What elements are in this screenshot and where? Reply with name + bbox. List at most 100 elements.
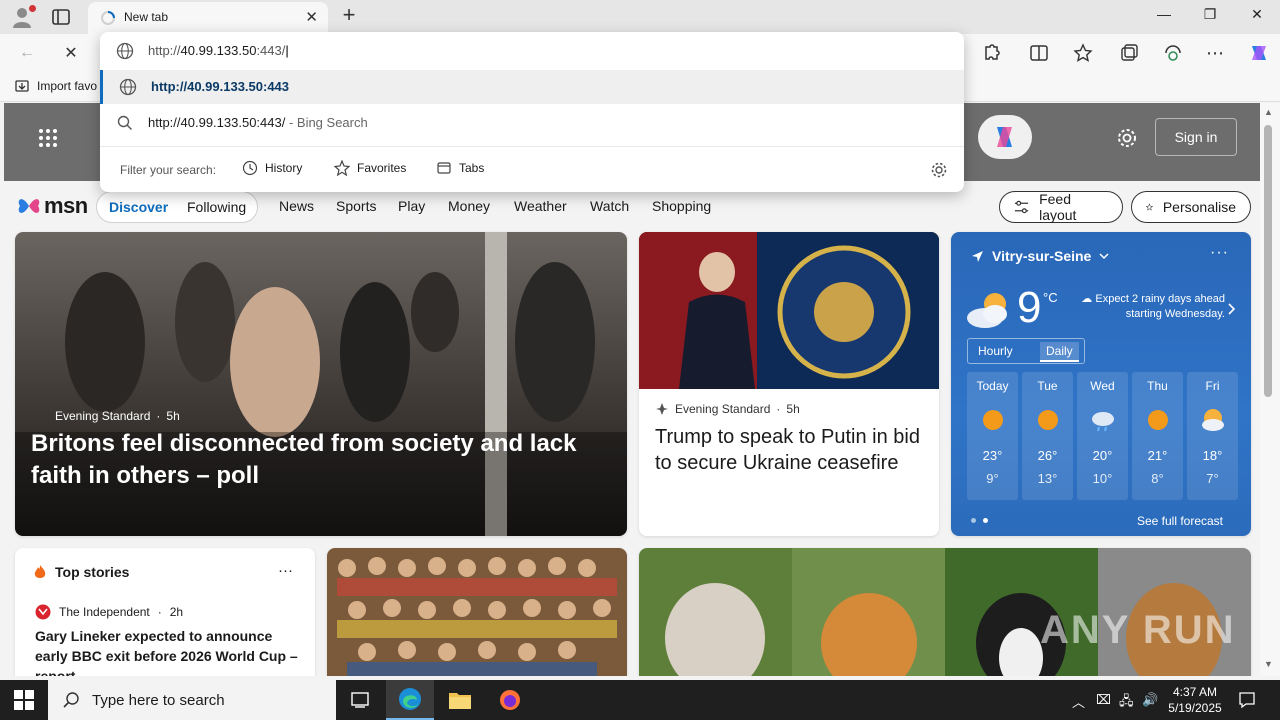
nav-watch[interactable]: Watch <box>590 198 629 214</box>
restore-button[interactable]: ❐ <box>1198 6 1222 26</box>
card2-headline[interactable]: Trump to speak to Putin in bid to secure… <box>655 424 925 476</box>
address-bar[interactable]: http://40.99.133.50:443/| <box>100 32 964 70</box>
taskbar-file-explorer[interactable] <box>436 680 484 720</box>
news-card-trump[interactable]: Evening Standard · 5h Trump to speak to … <box>639 232 939 536</box>
filter-tabs-button[interactable]: Tabs <box>436 160 484 176</box>
copilot-search-button[interactable] <box>978 115 1032 159</box>
suggestion-bing-search[interactable]: http://40.99.133.50:443/ - Bing Search <box>100 106 964 140</box>
page-scrollbar[interactable]: ▲ ▼ <box>1260 103 1280 676</box>
tab-title: New tab <box>124 10 169 24</box>
top-story-source-name: The Independent <box>59 605 150 619</box>
carousel-dots[interactable] <box>971 518 988 523</box>
chevron-down-icon <box>1099 253 1109 260</box>
collections-icon[interactable] <box>1118 42 1140 64</box>
filter-history-button[interactable]: History <box>242 160 302 176</box>
scroll-down-icon[interactable]: ▼ <box>1264 659 1273 669</box>
task-view-button[interactable] <box>336 680 384 720</box>
day-high: 26° <box>1037 448 1058 463</box>
forecast-day-thu[interactable]: Thu 21° 8° <box>1132 372 1183 500</box>
more-menu-icon[interactable]: ⋯ <box>1204 42 1226 64</box>
personalise-button[interactable]: Personalise <box>1131 191 1251 223</box>
separator-dot: · <box>157 605 162 619</box>
filter-favorites-label: Favorites <box>357 161 407 175</box>
browser-essentials-icon[interactable] <box>1162 42 1184 64</box>
nav-sports[interactable]: Sports <box>336 198 376 214</box>
current-temperature: 9 <box>1017 283 1042 332</box>
news-card-class-photo[interactable] <box>327 548 627 676</box>
msn-logo[interactable]: msn <box>16 193 88 219</box>
new-tab-button[interactable]: + <box>338 4 360 28</box>
top-story-headline[interactable]: Gary Lineker expected to announce early … <box>35 626 305 676</box>
import-icon <box>15 80 29 92</box>
tab-close-icon[interactable]: ✕ <box>305 10 318 26</box>
chevron-right-icon[interactable] <box>1227 302 1237 316</box>
day-name: Today <box>976 379 1009 393</box>
nav-shopping[interactable]: Shopping <box>652 198 711 214</box>
firefox-icon <box>500 690 520 710</box>
task-view-icon <box>351 692 369 708</box>
favorites-star-icon[interactable] <box>1072 42 1094 64</box>
sign-in-button[interactable]: Sign in <box>1155 118 1237 156</box>
split-screen-icon[interactable] <box>1028 42 1050 64</box>
tray-volume-icon[interactable]: 🔊 <box>1142 692 1158 708</box>
settings-gear-icon[interactable] <box>1116 127 1138 149</box>
weather-location[interactable]: Vitry-sur-Seine <box>971 248 1109 264</box>
tray-device-icon[interactable]: ⌧ <box>1096 692 1111 708</box>
temperature-unit[interactable]: °C <box>1043 290 1058 305</box>
top-story-source: The Independent · 2h <box>35 604 183 620</box>
hero-headline[interactable]: Britons feel disconnected from society a… <box>31 428 611 492</box>
forecast-day-today[interactable]: Today 23° 9° <box>967 372 1018 500</box>
see-full-forecast-link[interactable]: See full forecast <box>1137 514 1223 528</box>
scroll-up-icon[interactable]: ▲ <box>1264 107 1273 117</box>
sun-icon <box>983 410 1003 430</box>
sliders-icon <box>1014 200 1029 214</box>
minimize-button[interactable]: — <box>1152 6 1176 26</box>
nav-play[interactable]: Play <box>398 198 425 214</box>
suggestion-url[interactable]: http://40.99.133.50:443 <box>100 70 964 104</box>
taskbar-edge-app[interactable] <box>386 680 434 720</box>
forecast-day-fri[interactable]: Fri 18° 7° <box>1187 372 1238 500</box>
taskbar-firefox[interactable] <box>486 680 534 720</box>
nav-money[interactable]: Money <box>448 198 490 214</box>
loading-spinner-icon <box>101 11 115 25</box>
notification-center-icon[interactable] <box>1238 691 1256 709</box>
copilot-icon[interactable] <box>1246 40 1272 66</box>
stop-loading-icon[interactable]: ✕ <box>60 42 82 64</box>
apps-grid-icon[interactable] <box>38 128 58 148</box>
nav-news[interactable]: News <box>279 198 314 214</box>
edge-icon <box>399 688 421 710</box>
close-window-button[interactable]: ✕ <box>1245 6 1269 26</box>
weather-card[interactable]: Vitry-sur-Seine ··· 9 °C ☁ Expect 2 rain… <box>951 232 1251 536</box>
tab-hourly[interactable]: Hourly <box>978 344 1013 358</box>
forecast-day-wed[interactable]: Wed 20° 10° <box>1077 372 1128 500</box>
rain-cloud-icon: ☁ <box>1081 293 1093 305</box>
address-input[interactable]: http://40.99.133.50:443/| <box>148 43 289 58</box>
hero-news-card[interactable]: Evening Standard · 5h Britons feel disco… <box>15 232 627 536</box>
tab-new-tab[interactable]: New tab ✕ <box>88 2 328 34</box>
windows-start-icon[interactable] <box>14 690 34 710</box>
filter-history-label: History <box>265 161 303 175</box>
weather-more-icon[interactable]: ··· <box>1210 244 1229 262</box>
taskbar-clock[interactable]: 4:37 AM 5/19/2025 <box>1160 684 1230 716</box>
tab-discover[interactable]: Discover <box>109 199 168 215</box>
taskbar-search-box[interactable]: Type here to search <box>48 680 336 720</box>
filter-favorites-button[interactable]: Favorites <box>334 160 406 176</box>
tray-chevron-up-icon[interactable]: ︿ <box>1072 692 1085 711</box>
tab-daily[interactable]: Daily <box>1040 342 1079 362</box>
card2-source: Evening Standard · 5h <box>655 402 800 416</box>
forecast-day-tue[interactable]: Tue 26° 13° <box>1022 372 1073 500</box>
day-low: 10° <box>1092 471 1113 486</box>
feed-layout-button[interactable]: Feed layout <box>999 191 1123 223</box>
weather-alert[interactable]: ☁ Expect 2 rainy days ahead starting Wed… <box>1075 292 1225 322</box>
nav-weather[interactable]: Weather <box>514 198 567 214</box>
top-stories-more-icon[interactable]: ··· <box>278 562 293 579</box>
tab-following[interactable]: Following <box>187 199 246 215</box>
import-favorites-item[interactable]: Import favo <box>14 78 97 94</box>
extensions-icon[interactable] <box>980 42 1002 64</box>
back-icon[interactable]: ← <box>16 42 38 64</box>
taskbar-search-placeholder: Type here to search <box>92 691 225 709</box>
tab-actions-icon[interactable] <box>50 6 72 28</box>
settings-gear-icon[interactable] <box>930 161 948 179</box>
scrollbar-thumb[interactable] <box>1264 125 1272 397</box>
tray-network-icon[interactable]: 🖧 <box>1119 692 1134 714</box>
